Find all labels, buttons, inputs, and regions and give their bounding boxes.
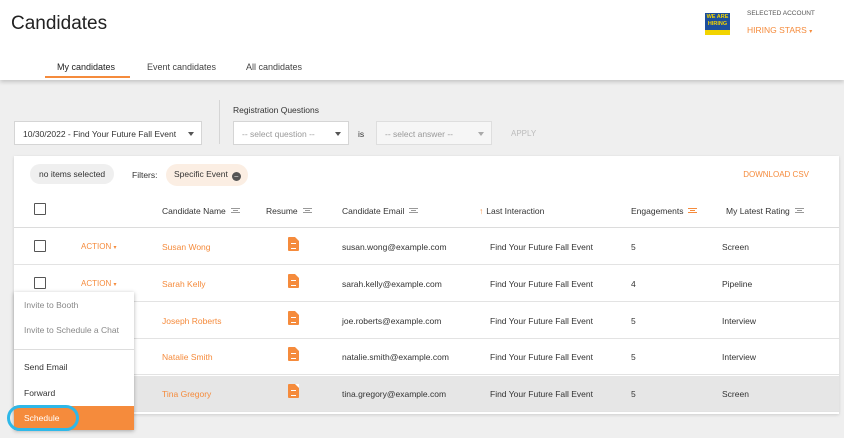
question-select[interactable]: -- select question --	[233, 121, 349, 145]
answer-select[interactable]: -- select answer --	[376, 121, 492, 145]
tab-event-candidates[interactable]: Event candidates	[147, 62, 216, 72]
resume-file-icon[interactable]	[288, 384, 299, 398]
page-title: Candidates	[11, 13, 108, 34]
caret-down-icon	[188, 132, 194, 136]
row-action-button[interactable]: ACTION ▾	[81, 279, 116, 288]
selection-count: no items selected	[30, 164, 115, 184]
menu-item-send-email[interactable]: Send Email	[14, 355, 134, 379]
candidate-name-link[interactable]: Susan Wong	[162, 242, 211, 252]
engagements-count: 5	[631, 242, 636, 252]
candidate-name-link[interactable]: Tina Gregory	[162, 389, 211, 399]
is-label: is	[358, 129, 365, 139]
engagements-count: 5	[631, 352, 636, 362]
row-checkbox[interactable]	[34, 240, 46, 252]
resume-file-icon[interactable]	[288, 311, 299, 325]
column-header-my-latest-rating[interactable]: My Latest Rating	[726, 206, 804, 216]
row-checkbox[interactable]	[34, 277, 46, 289]
filter-icon[interactable]	[302, 208, 312, 213]
caret-down-icon	[335, 132, 341, 136]
candidate-email: joe.roberts@example.com	[342, 316, 442, 326]
latest-rating: Interview	[722, 352, 757, 362]
row-action-button[interactable]: ACTION ▾	[81, 242, 116, 251]
candidate-email: natalie.smith@example.com	[342, 352, 449, 362]
table-row: Tina Gregory tina.gregory@example.com Fi…	[14, 376, 839, 412]
candidate-email: tina.gregory@example.com	[342, 389, 447, 399]
candidate-name-link[interactable]: Sarah Kelly	[162, 279, 205, 289]
table-row: ACTION ▾ Susan Wong susan.wong@example.c…	[14, 229, 839, 265]
filter-icon[interactable]	[230, 208, 240, 213]
menu-item-forward[interactable]: Forward	[14, 381, 134, 405]
candidate-name-link[interactable]: Natalie Smith	[162, 352, 213, 362]
candidate-name-link[interactable]: Joseph Roberts	[162, 316, 222, 326]
latest-rating: Pipeline	[722, 279, 753, 289]
caret-down-icon: ▾	[113, 282, 117, 288]
last-interaction: Find Your Future Fall Event	[490, 316, 594, 326]
column-header-candidate-name[interactable]: Candidate Name	[162, 206, 240, 216]
engagements-count: 4	[631, 279, 636, 289]
table-row: ACTION ▾ Sarah Kelly sarah.kelly@example…	[14, 266, 839, 302]
latest-rating: Screen	[722, 389, 749, 399]
resume-file-icon[interactable]	[288, 274, 299, 288]
filter-divider	[219, 100, 220, 144]
candidate-email: susan.wong@example.com	[342, 242, 447, 252]
latest-rating: Screen	[722, 242, 749, 252]
menu-item-invite-to-booth[interactable]: Invite to Booth	[14, 293, 134, 317]
column-header-last-interaction[interactable]: ↑ Last Interaction	[479, 206, 544, 216]
chevron-down-icon: ▾	[809, 29, 813, 35]
highlight-ring	[7, 405, 79, 431]
table-header: Candidate Name Resume Candidate Email ↑ L…	[14, 192, 839, 228]
company-logo: WE ARE HIRING	[705, 13, 730, 35]
last-interaction: Find Your Future Fall Event	[490, 352, 594, 362]
resume-file-icon[interactable]	[288, 237, 299, 251]
account-switcher[interactable]: HIRING STARS ▾	[747, 25, 812, 35]
filter-icon[interactable]	[409, 208, 419, 213]
apply-button[interactable]: APPLY	[511, 129, 536, 138]
select-all-checkbox[interactable]	[34, 203, 46, 215]
last-interaction: Find Your Future Fall Event	[490, 279, 594, 289]
resume-file-icon[interactable]	[288, 347, 299, 361]
table-row: Joseph Roberts joe.roberts@example.com F…	[14, 303, 839, 339]
tab-all-candidates[interactable]: All candidates	[246, 62, 302, 72]
menu-item-invite-to-schedule-chat[interactable]: Invite to Schedule a Chat	[14, 318, 134, 342]
filter-icon[interactable]	[794, 208, 804, 213]
filters-label: Filters:	[132, 170, 158, 180]
engagements-count: 5	[631, 389, 636, 399]
table-row: Natalie Smith natalie.smith@example.com …	[14, 339, 839, 375]
account-label: SELECTED ACCOUNT	[747, 10, 815, 17]
column-header-engagements[interactable]: Engagements	[631, 206, 698, 216]
caret-down-icon: ▾	[113, 245, 117, 251]
page-header: Candidates WE ARE HIRING SELECTED ACCOUN…	[0, 0, 844, 80]
caret-down-icon	[478, 132, 484, 136]
tab-my-candidates[interactable]: My candidates	[57, 62, 115, 72]
column-header-candidate-email[interactable]: Candidate Email	[342, 206, 419, 216]
filter-chip-specific-event[interactable]: Specific Event –	[166, 164, 248, 186]
column-header-resume[interactable]: Resume	[266, 206, 312, 216]
last-interaction: Find Your Future Fall Event	[490, 242, 594, 252]
registration-questions-label: Registration Questions	[233, 105, 319, 115]
filter-icon[interactable]	[688, 208, 698, 213]
sort-ascending-icon: ↑	[479, 206, 484, 216]
menu-divider	[14, 349, 134, 350]
active-tab-indicator	[45, 76, 130, 78]
download-csv-button[interactable]: DOWNLOAD CSV	[743, 170, 809, 179]
event-select[interactable]: 10/30/2022 - Find Your Future Fall Event	[14, 121, 202, 145]
remove-filter-icon[interactable]: –	[231, 172, 241, 181]
candidate-email: sarah.kelly@example.com	[342, 279, 442, 289]
last-interaction: Find Your Future Fall Event	[490, 389, 594, 399]
latest-rating: Interview	[722, 316, 757, 326]
engagements-count: 5	[631, 316, 636, 326]
candidates-table-card: no items selected Filters: Specific Even…	[14, 156, 839, 414]
